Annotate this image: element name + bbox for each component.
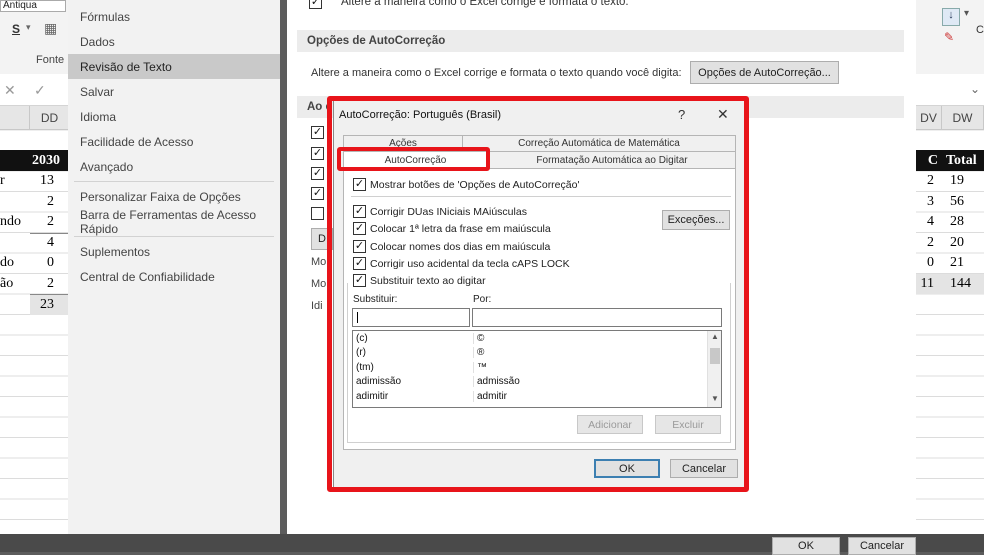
partial-label-1: Mo (311, 256, 327, 268)
font-name-box[interactable]: Antiqua (0, 0, 66, 12)
autocorrect-options-button[interactable]: Opções de AutoCorreção... (690, 61, 839, 84)
spelling-checkbox-1[interactable]: ✓ (311, 126, 324, 139)
confirm-entry-icon[interactable]: ✓ (34, 82, 46, 99)
cell-value[interactable]: 21 (942, 253, 984, 274)
autocorrect-options-description: Altere a maneira como o Excel corrige e … (311, 67, 682, 79)
cell-value[interactable]: 2 (30, 192, 70, 213)
cell-value[interactable]: 23 (30, 294, 70, 315)
formula-bar-right: ⌄ (916, 74, 984, 106)
font-group-label: Fonte (36, 54, 65, 66)
nav-item[interactable]: Salvar (68, 79, 280, 104)
cell-value[interactable]: 2 (30, 212, 70, 233)
nav-item[interactable]: Suplementos (68, 239, 280, 264)
cell-value[interactable]: 144 (942, 273, 984, 294)
cell-value[interactable]: 13 (30, 171, 70, 192)
cell-value[interactable]: 0 (916, 253, 942, 274)
eraser-icon[interactable]: ✎ (944, 30, 954, 44)
highlight-tab-outline (337, 147, 490, 171)
nav-separator (74, 181, 274, 182)
spelling-checkbox-3[interactable]: ✓ (311, 167, 324, 180)
cell-value[interactable]: 4 (916, 212, 942, 233)
expand-formula-icon[interactable]: ⌄ (970, 82, 980, 96)
cell-value[interactable]: 3 (916, 192, 942, 213)
autocorrect-icon: ✓ (309, 0, 322, 9)
cell-value[interactable]: 2 (916, 233, 942, 254)
cancel-entry-icon[interactable]: ✕ (4, 82, 16, 99)
partial-label-2: Mo (311, 278, 327, 290)
nav-item[interactable]: Dados (68, 29, 280, 54)
nav-item[interactable]: Personalizar Faixa de Opções (68, 184, 280, 209)
cell-value[interactable]: 0 (30, 253, 70, 274)
strikethrough-icon[interactable]: S (12, 22, 20, 36)
column-header-blank[interactable] (0, 106, 30, 130)
row-label[interactable]: ão (0, 274, 30, 295)
spelling-checkbox-4[interactable]: ✓ (311, 187, 324, 200)
row-label[interactable] (0, 233, 30, 254)
nav-item[interactable]: Idioma (68, 104, 280, 129)
cell-value[interactable]: 56 (942, 192, 984, 213)
nav-separator (74, 236, 274, 237)
border-icon[interactable]: ▦ (44, 20, 57, 37)
row-label[interactable] (0, 294, 30, 315)
nav-item[interactable]: Avançado (68, 154, 280, 179)
nav-item[interactable]: Central de Confiabilidade (68, 264, 280, 289)
nav-item[interactable]: Facilidade de Acesso (68, 129, 280, 154)
column-header-dd[interactable]: DD (30, 106, 70, 130)
options-navigation: Fórmulas Dados Revisão de Texto Salvar Idiom… (68, 0, 280, 534)
row-label[interactable] (0, 192, 30, 213)
year-header: 2030 (0, 150, 70, 171)
cell-value[interactable]: 2 (916, 171, 942, 192)
nav-item[interactable]: Fórmulas (68, 4, 280, 29)
column-header-dv[interactable]: DV (916, 106, 942, 130)
row-label[interactable]: do (0, 253, 30, 274)
autocorrect-options-header: Opções de AutoCorreção (297, 30, 904, 52)
spelling-checkbox-2[interactable]: ✓ (311, 147, 324, 160)
excel-ribbon-left: Antiqua S ▾ ▦ Fonte (0, 0, 70, 74)
sheet-right: DV DW C Total 2 19 3 56 4 28 2 20 0 21 11 144 (916, 106, 984, 552)
column-header-dw[interactable]: DW (942, 106, 984, 130)
nav-item[interactable]: Revisão de Texto (68, 54, 280, 79)
spelling-checkbox-5[interactable] (311, 207, 324, 220)
row-label[interactable]: r (0, 171, 30, 192)
cell-value[interactable]: 20 (942, 233, 984, 254)
cell-value[interactable]: 2 (30, 274, 70, 295)
proofing-top-text: Altere a maneira como o Excel corrige e … (341, 0, 629, 8)
formula-bar-left: ✕ ✓ (0, 74, 70, 106)
cell-value[interactable]: 28 (942, 212, 984, 233)
total-header: Total (942, 150, 984, 171)
cell-value[interactable]: 11 (916, 273, 942, 294)
cell-value[interactable]: 19 (942, 171, 984, 192)
options-footer: OK Cancelar (0, 534, 984, 555)
dropdown-chevron-icon[interactable]: ▾ (26, 22, 31, 33)
clear-label[interactable]: Cl (976, 24, 984, 36)
nav-item[interactable]: Barra de Ferramentas de Acesso Rápido (68, 208, 280, 236)
cell-value[interactable]: 4 (30, 232, 70, 254)
options-cancel-button[interactable]: Cancelar (848, 537, 916, 555)
sheet-left: DD 2030 r 13 2 ndo 2 4 do 0 ão 2 23 (0, 106, 70, 552)
excel-ribbon-right: ↓ ▾ ✎ Cl (916, 0, 984, 74)
fill-down-icon[interactable]: ↓ (942, 8, 960, 26)
column-c-header: C (916, 150, 942, 171)
options-ok-button[interactable]: OK (772, 537, 840, 555)
partial-label-3: Idi (311, 300, 323, 312)
row-label[interactable]: ndo (0, 212, 30, 233)
chevron-down-icon[interactable]: ▾ (964, 8, 969, 19)
